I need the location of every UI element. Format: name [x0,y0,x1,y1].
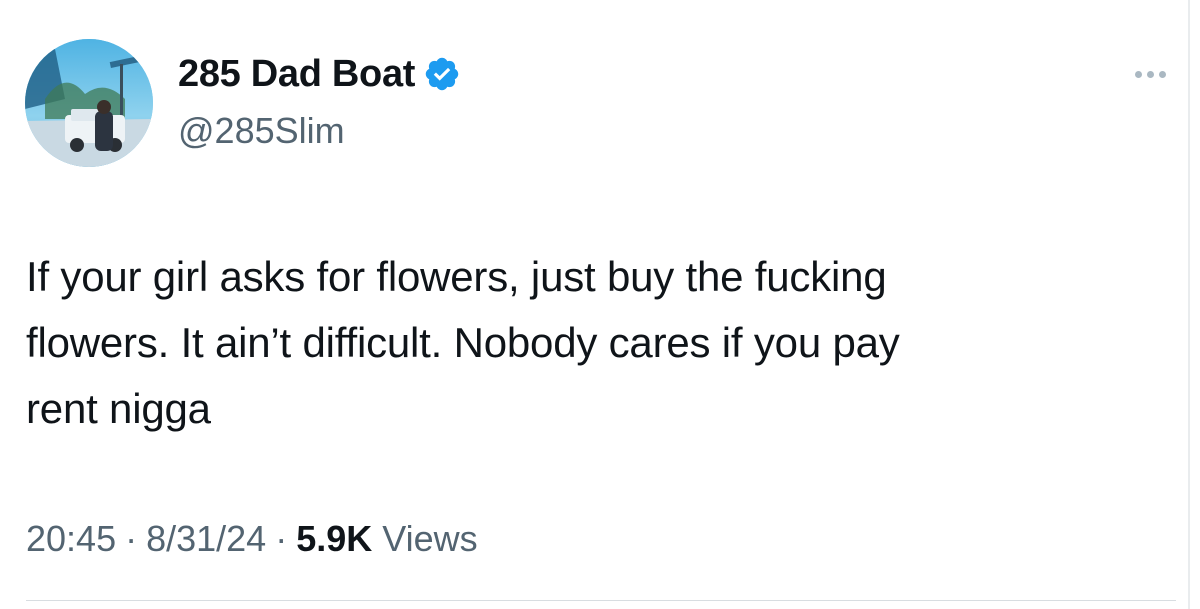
edge-shadow [1188,0,1190,609]
more-options-button[interactable] [1126,60,1174,88]
tweet-time[interactable]: 20:45 [26,518,116,560]
more-options-icon-dot [1158,70,1166,78]
author-name-row: 285 Dad Boat [178,50,461,98]
display-name[interactable]: 285 Dad Boat [178,53,415,96]
meta-separator: · [275,518,288,559]
views-count[interactable]: 5.9K [296,518,372,560]
author-handle[interactable]: @285Slim [178,110,345,152]
tweet-date[interactable]: 8/31/24 [146,518,266,560]
profile-photo-icon [25,39,153,167]
meta-separator: · [125,518,138,559]
divider [26,600,1176,601]
tweet-card: 285 Dad Boat @285Slim If your girl asks … [0,0,1200,609]
verified-badge-icon [423,55,461,93]
avatar[interactable] [25,39,153,167]
more-options-icon [1134,70,1142,78]
views-label: Views [382,518,478,559]
tweet-meta: 20:45 · 8/31/24 · 5.9K Views [26,518,478,560]
tweet-text: If your girl asks for flowers, just buy … [26,253,900,432]
more-options-icon-dot [1146,70,1154,78]
